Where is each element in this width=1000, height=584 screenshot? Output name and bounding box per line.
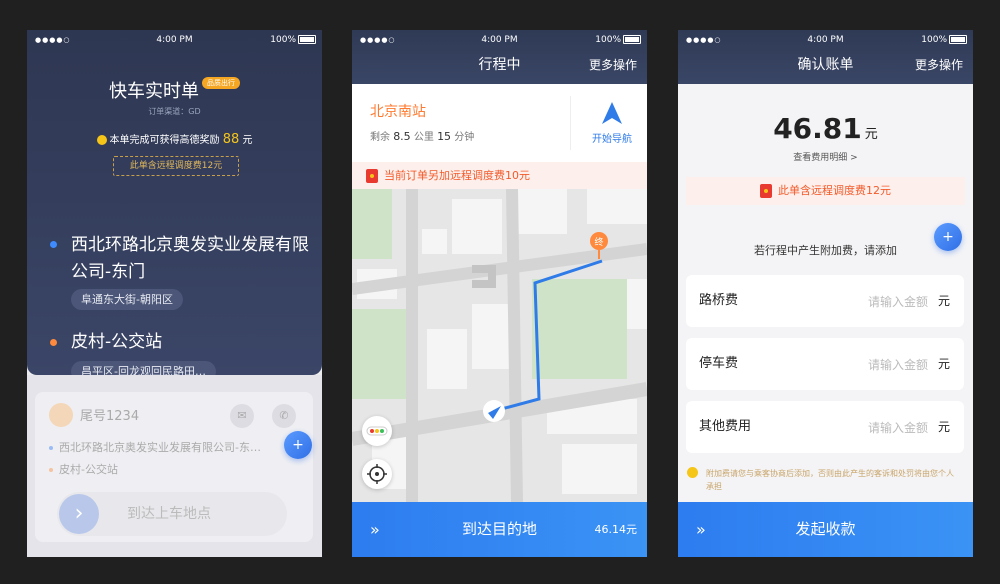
screen-in-trip: ●●●●○ 4:00 PM 100% 行程中 更多操作 北京南站 剩余 8.5 … xyxy=(352,30,647,557)
safety-shield-icon[interactable]: + xyxy=(284,431,312,459)
request-payment-label: 发起收款 xyxy=(795,520,856,538)
dropoff-dot xyxy=(50,339,57,346)
trip-amount: 46.14元 xyxy=(594,523,638,536)
battery-indicator: 100% xyxy=(595,30,641,50)
slide-handle-chevron-icon[interactable]: › xyxy=(59,494,99,534)
passenger-phone-tail: 尾号1234 xyxy=(80,409,140,424)
phone-icon[interactable]: ✆ xyxy=(272,404,296,428)
parking-fee-unit: 元 xyxy=(937,357,950,371)
toll-fee-unit: 元 xyxy=(937,294,950,308)
screen-realtime-order: ●●●●○ 4:00 PM 100% 快车实时单 品质出行 订单渠道：GD 本单完… xyxy=(27,30,322,557)
remaining-info: 剩余 8.5 公里 15 分钟 xyxy=(370,130,475,143)
order-channel: 订单渠道：GD xyxy=(148,107,201,116)
parking-fee-label: 停车费 xyxy=(699,356,739,371)
locate-button[interactable] xyxy=(362,459,392,489)
locate-icon xyxy=(367,464,387,484)
destination-name: 北京南站 xyxy=(370,104,426,120)
route-map[interactable]: 终 xyxy=(352,189,647,502)
battery-indicator: 100% xyxy=(270,30,316,50)
order-title: 快车实时单 品质出行 xyxy=(27,77,322,103)
arrive-destination-bar[interactable]: » 到达目的地 46.14元 xyxy=(352,502,647,557)
toll-fee-input[interactable] xyxy=(816,291,930,313)
traffic-toggle-button[interactable] xyxy=(362,416,392,446)
route-pickup-line: 西北环路北京奥发实业发展有限公司-东… xyxy=(49,439,261,455)
other-fee-label: 其他费用 xyxy=(699,419,752,434)
battery-icon xyxy=(949,35,967,44)
divider xyxy=(570,96,571,150)
battery-indicator: 100% xyxy=(921,30,967,50)
message-icon[interactable]: ✉ xyxy=(230,404,254,428)
dispatch-fee-notice: 此单含远程调度费12元 xyxy=(686,177,965,205)
dispatch-fee-notice: 当前订单另加远程调度费10元 xyxy=(352,162,647,190)
reward-amount: 88 xyxy=(222,132,240,147)
other-fee-row: 其他费用 元 xyxy=(686,401,964,453)
other-fee-input[interactable] xyxy=(816,417,930,439)
parking-fee-row: 停车费 元 xyxy=(686,338,964,390)
other-fee-unit: 元 xyxy=(937,420,950,434)
toll-fee-label: 路桥费 xyxy=(699,293,739,308)
nav-bar: 确认账单 更多操作 xyxy=(678,50,973,84)
traffic-light-icon xyxy=(366,426,388,436)
nav-bar: 行程中 更多操作 xyxy=(352,50,647,84)
request-payment-bar[interactable]: » 发起收款 xyxy=(678,502,973,557)
extra-fee-note: 附加费请您与乘客协商后添加，否则由此产生的客诉和处罚将由您个人承担 xyxy=(706,469,954,491)
pickup-dot xyxy=(50,241,57,248)
start-navigation-label: 开始导航 xyxy=(592,134,632,145)
quality-badge: 品质出行 xyxy=(202,77,240,89)
end-marker-label: 终 xyxy=(594,236,603,248)
more-actions-button[interactable]: 更多操作 xyxy=(589,50,637,80)
bill-amount: 46.81 元 xyxy=(773,112,878,145)
coin-icon xyxy=(96,135,107,145)
status-bar: ●●●●○ 4:00 PM 100% xyxy=(27,30,322,50)
extra-fee-hint: 若行程中产生附加费，请添加 xyxy=(754,244,897,257)
battery-icon xyxy=(298,35,316,44)
arrive-pickup-label: 到达上车地点 xyxy=(127,506,211,522)
passenger-avatar xyxy=(49,403,73,427)
arrive-pickup-slider[interactable]: › 到达上车地点 xyxy=(57,492,287,536)
screen-confirm-bill: ●●●●○ 4:00 PM 100% 确认账单 更多操作 46.81 元 查看费用… xyxy=(678,30,973,557)
lightbulb-icon xyxy=(687,467,698,478)
pickup-address: 西北环路北京奥发实业发展有限公司-东门 xyxy=(71,235,309,282)
reward-text: 本单完成可获得高德奖励 88 元 xyxy=(27,131,322,147)
route-dropoff-line: 皮村-公交站 xyxy=(49,461,118,477)
red-packet-icon xyxy=(760,184,772,198)
dropoff-address: 皮村-公交站 xyxy=(71,332,163,352)
pickup-district-tag: 阜通东大街-朝阳区 xyxy=(71,289,183,310)
red-packet-icon xyxy=(366,169,378,183)
dispatch-fee-tag: 此单含远程调度费12元 xyxy=(113,156,239,176)
status-bar: ●●●●○ 4:00 PM 100% xyxy=(678,30,973,50)
status-bar: ●●●●○ 4:00 PM 100% xyxy=(352,30,647,50)
battery-icon xyxy=(623,35,641,44)
destination-panel: 北京南站 剩余 8.5 公里 15 分钟 开始导航 xyxy=(352,84,647,162)
parking-fee-input[interactable] xyxy=(816,354,930,376)
navigation-arrow-icon xyxy=(602,102,622,124)
toll-fee-row: 路桥费 元 xyxy=(686,275,964,327)
more-actions-button[interactable]: 更多操作 xyxy=(915,50,963,80)
fee-detail-link[interactable]: 查看费用明细 > xyxy=(678,150,973,163)
start-navigation-button[interactable]: 开始导航 xyxy=(577,96,647,150)
